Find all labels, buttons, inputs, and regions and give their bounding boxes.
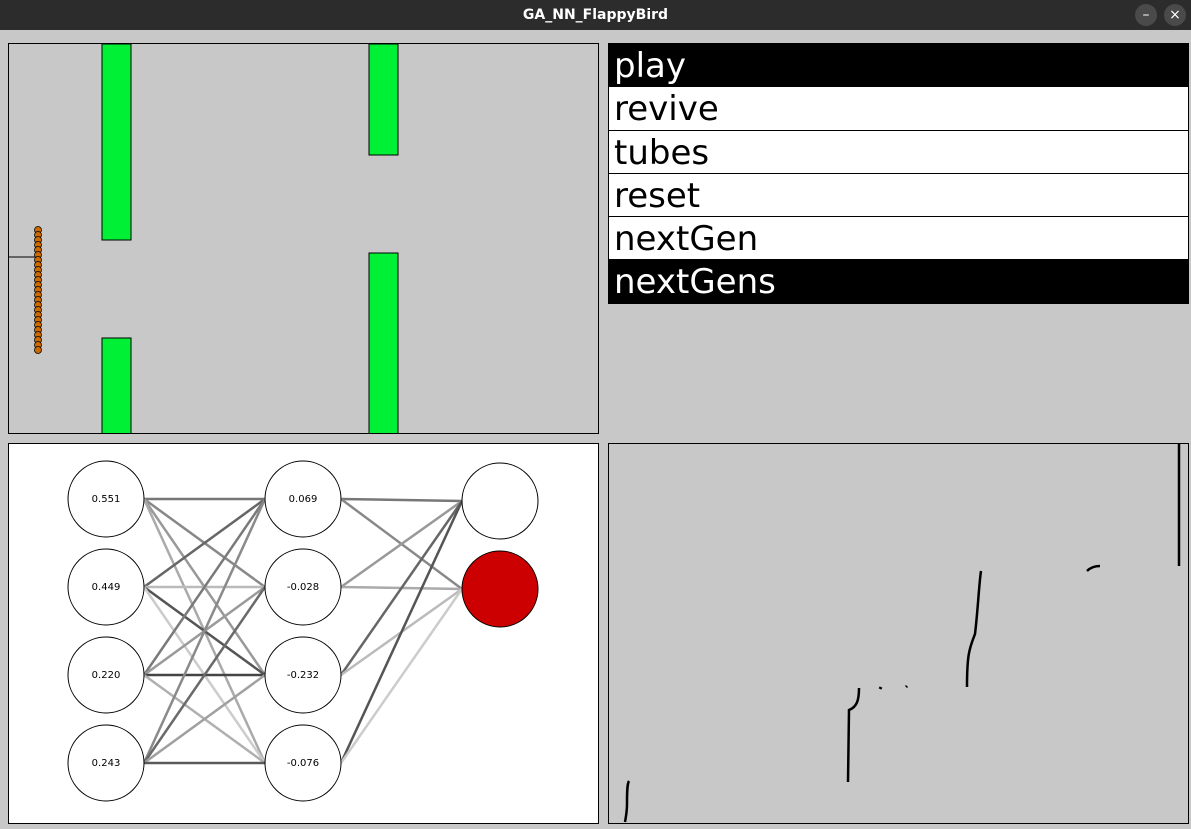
input-node-value: 0.551	[92, 494, 121, 505]
input-node: 0.243	[67, 724, 145, 802]
bird	[34, 346, 42, 354]
network-diagram: 0.551 0.449 0.220 0.243 0.069 -0.028 -0.…	[67, 460, 539, 802]
pipe-top	[368, 44, 399, 156]
fitness-graph-canvas	[623, 444, 1181, 823]
game-view[interactable]	[8, 43, 599, 434]
graph-trace	[878, 686, 883, 690]
game-canvas	[9, 44, 399, 433]
menu-item-reset[interactable]: reset	[608, 172, 1189, 218]
hidden-node-value: -0.028	[287, 582, 319, 593]
pipe-bottom	[368, 252, 399, 433]
input-node-value: 0.220	[92, 670, 121, 681]
neural-network-view: 0.551 0.449 0.220 0.243 0.069 -0.028 -0.…	[8, 443, 599, 824]
hidden-node: -0.028	[264, 548, 342, 626]
pipe-bottom	[101, 337, 132, 433]
hidden-node-value: -0.076	[287, 758, 319, 769]
network-edge	[339, 500, 464, 764]
input-node-value: 0.449	[92, 582, 121, 593]
close-button[interactable]: ×	[1164, 4, 1186, 26]
output-node	[461, 550, 539, 628]
hidden-node: -0.076	[264, 724, 342, 802]
network-edge	[340, 497, 463, 503]
graph-trace	[623, 780, 631, 823]
menu-item-nextgen[interactable]: nextGen	[608, 216, 1189, 261]
hidden-node-value: -0.232	[287, 670, 319, 681]
fitness-graph	[608, 443, 1189, 824]
menu-item-tubes[interactable]: tubes	[608, 129, 1189, 174]
hidden-node-value: 0.069	[289, 494, 318, 505]
graph-trace	[965, 570, 983, 688]
input-node: 0.449	[67, 548, 145, 626]
minimize-button[interactable]: –	[1135, 4, 1157, 26]
input-node: 0.220	[67, 636, 145, 714]
menu-item-nextgens[interactable]: nextGens	[608, 259, 1189, 304]
menu-item-revive[interactable]: revive	[608, 86, 1189, 131]
graph-trace	[1086, 564, 1101, 572]
network-edge	[339, 588, 464, 764]
hidden-node: -0.232	[264, 636, 342, 714]
menu-item-play[interactable]: play	[608, 43, 1189, 88]
hidden-node: 0.069	[264, 460, 342, 538]
title-bar: GA_NN_FlappyBird – ×	[0, 0, 1191, 30]
input-node: 0.551	[67, 460, 145, 538]
graph-trace	[846, 687, 861, 783]
control-menu: play revive tubes reset nextGen nextGens	[608, 43, 1189, 304]
input-node-value: 0.243	[92, 758, 121, 769]
window-title: GA_NN_FlappyBird	[522, 7, 669, 23]
pipe-top	[101, 44, 132, 241]
output-node	[461, 462, 539, 540]
network-edges	[142, 497, 464, 765]
bird-flock	[34, 226, 42, 354]
graph-trace	[904, 684, 909, 689]
